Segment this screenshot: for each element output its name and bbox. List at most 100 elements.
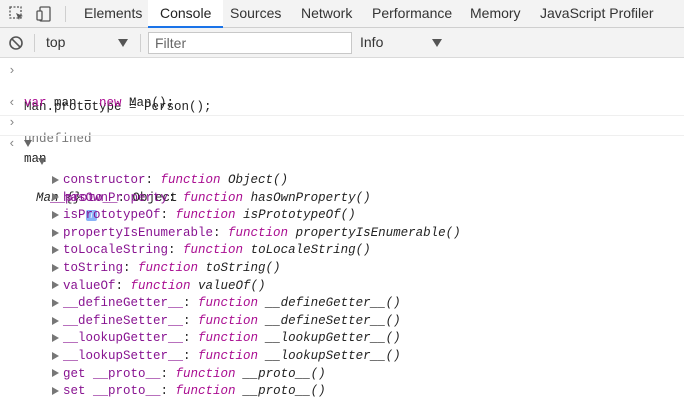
function-name: __defineGetter__() bbox=[258, 296, 401, 311]
entry-divider bbox=[0, 115, 684, 116]
input-prompt-icon: › bbox=[8, 115, 16, 130]
expand-triangle-icon[interactable] bbox=[38, 153, 46, 171]
expand-triangle-icon[interactable] bbox=[52, 347, 59, 365]
levels-chevron-down-icon[interactable] bbox=[432, 39, 442, 47]
function-keyword: function bbox=[160, 173, 221, 187]
tab-elements[interactable]: Elements bbox=[84, 0, 142, 28]
expand-triangle-icon[interactable] bbox=[52, 206, 59, 224]
function-name: toLocaleString() bbox=[243, 243, 371, 258]
property-key: set __proto__ bbox=[63, 384, 161, 399]
property-key: toLocaleString bbox=[63, 243, 169, 258]
tab-memory[interactable]: Memory bbox=[470, 0, 521, 28]
property-entry: isPrototypeOf: function isPrototypeOf() bbox=[63, 206, 356, 224]
code-token: man = bbox=[46, 96, 100, 110]
property-key: toString bbox=[63, 261, 124, 275]
tab-sources[interactable]: Sources bbox=[230, 0, 281, 28]
function-name: __proto__() bbox=[235, 384, 326, 399]
property-separator: : bbox=[145, 173, 161, 187]
property-separator: : bbox=[168, 243, 184, 258]
tab-performance[interactable]: Performance bbox=[372, 0, 452, 28]
function-keyword: function bbox=[228, 225, 289, 240]
function-name: hasOwnProperty() bbox=[243, 190, 371, 205]
expand-triangle-icon[interactable] bbox=[52, 171, 59, 189]
console-input-line: var man = new Man(); bbox=[0, 76, 174, 110]
property-entry: hasOwnProperty: function hasOwnProperty(… bbox=[63, 189, 371, 207]
function-keyword: function bbox=[175, 366, 236, 381]
property-key: hasOwnProperty bbox=[63, 190, 169, 205]
property-entry: constructor: function Object() bbox=[63, 171, 288, 189]
property-separator: : bbox=[213, 225, 229, 240]
expand-triangle-icon[interactable] bbox=[52, 241, 59, 259]
expand-triangle-icon[interactable] bbox=[24, 135, 32, 153]
tab-javascript-profiler[interactable]: JavaScript Profiler bbox=[540, 0, 654, 28]
function-keyword: function bbox=[198, 313, 259, 328]
function-keyword: function bbox=[175, 208, 236, 223]
result-value: undefined bbox=[24, 132, 92, 146]
context-selector[interactable]: top bbox=[46, 34, 65, 50]
object-root-line[interactable]: ‹ Man {} i bbox=[0, 135, 97, 221]
console-output[interactable]: › Man.prototype = Person(); var man = ne… bbox=[0, 58, 684, 401]
property-key: __lookupSetter__ bbox=[63, 349, 184, 363]
property-separator: : bbox=[160, 208, 176, 223]
toolbar-divider bbox=[140, 34, 141, 52]
property-entry: __lookupSetter__: function __lookupSette… bbox=[63, 347, 401, 365]
clear-console-icon[interactable] bbox=[8, 35, 24, 51]
property-key: isPrototypeOf bbox=[63, 208, 161, 223]
property-entry: __defineSetter__: function __defineSette… bbox=[63, 312, 401, 330]
expand-triangle-icon[interactable] bbox=[52, 189, 59, 207]
expand-triangle-icon[interactable] bbox=[52, 329, 59, 347]
expand-triangle-icon[interactable] bbox=[52, 312, 59, 330]
expand-triangle-icon[interactable] bbox=[52, 224, 59, 242]
console-input-line: › man bbox=[0, 114, 47, 166]
tab-network[interactable]: Network bbox=[301, 0, 352, 28]
property-separator: : bbox=[168, 190, 184, 205]
keyword-token: new bbox=[99, 96, 122, 110]
filter-input[interactable] bbox=[148, 32, 352, 54]
property-separator: : bbox=[160, 366, 176, 381]
device-toolbar-icon[interactable] bbox=[33, 3, 55, 25]
context-chevron-down-icon[interactable] bbox=[118, 39, 128, 47]
property-separator: : bbox=[183, 296, 199, 311]
property-key: __defineSetter__ bbox=[63, 313, 184, 328]
function-keyword: function bbox=[130, 278, 191, 293]
function-name: __lookupGetter__() bbox=[258, 331, 401, 346]
devtools-tabbar: Elements Console Sources Network Perform… bbox=[0, 0, 684, 28]
expand-triangle-icon[interactable] bbox=[52, 365, 59, 383]
function-name: valueOf() bbox=[190, 278, 266, 293]
property-entry: __lookupGetter__: function __lookupGette… bbox=[63, 329, 401, 347]
function-keyword: function bbox=[183, 243, 244, 258]
function-keyword: function bbox=[198, 331, 259, 346]
result-prompt-icon: ‹ bbox=[8, 95, 16, 110]
function-keyword: function bbox=[138, 261, 199, 275]
function-name: Object() bbox=[220, 173, 289, 187]
inspect-element-icon[interactable] bbox=[6, 3, 28, 25]
property-separator: : bbox=[160, 384, 176, 399]
tabbar-divider bbox=[65, 6, 66, 22]
property-separator: : bbox=[183, 331, 199, 346]
function-name: __lookupSetter__() bbox=[258, 349, 401, 363]
property-separator: : bbox=[183, 349, 199, 363]
function-name: toString() bbox=[198, 261, 281, 275]
code-token: Man(); bbox=[121, 96, 175, 110]
function-keyword: function bbox=[183, 190, 244, 205]
input-code: var man = new Man(); bbox=[24, 94, 174, 112]
function-name: propertyIsEnumerable() bbox=[288, 225, 461, 240]
expand-triangle-icon[interactable] bbox=[52, 294, 59, 312]
property-entry: __defineGetter__: function __defineGette… bbox=[63, 294, 401, 312]
console-result-line: ‹ undefined bbox=[0, 94, 92, 146]
expand-triangle-icon[interactable] bbox=[52, 382, 59, 400]
function-name: __defineSetter__() bbox=[258, 313, 401, 328]
function-name: isPrototypeOf() bbox=[235, 208, 356, 223]
property-entry: set __proto__: function __proto__() bbox=[63, 382, 326, 400]
toolbar-divider bbox=[34, 34, 35, 52]
tab-console[interactable]: Console bbox=[148, 0, 224, 28]
property-entry: toString: function toString() bbox=[63, 259, 281, 277]
proto-line[interactable]: __proto__: Object bbox=[0, 153, 178, 205]
expand-triangle-icon[interactable] bbox=[52, 277, 59, 295]
property-key: __lookupGetter__ bbox=[63, 331, 184, 346]
property-key: propertyIsEnumerable bbox=[63, 225, 214, 240]
expand-triangle-icon[interactable] bbox=[52, 259, 59, 277]
entry-divider bbox=[0, 135, 684, 136]
function-keyword: function bbox=[198, 349, 259, 363]
log-levels-selector[interactable]: Info bbox=[360, 34, 383, 50]
